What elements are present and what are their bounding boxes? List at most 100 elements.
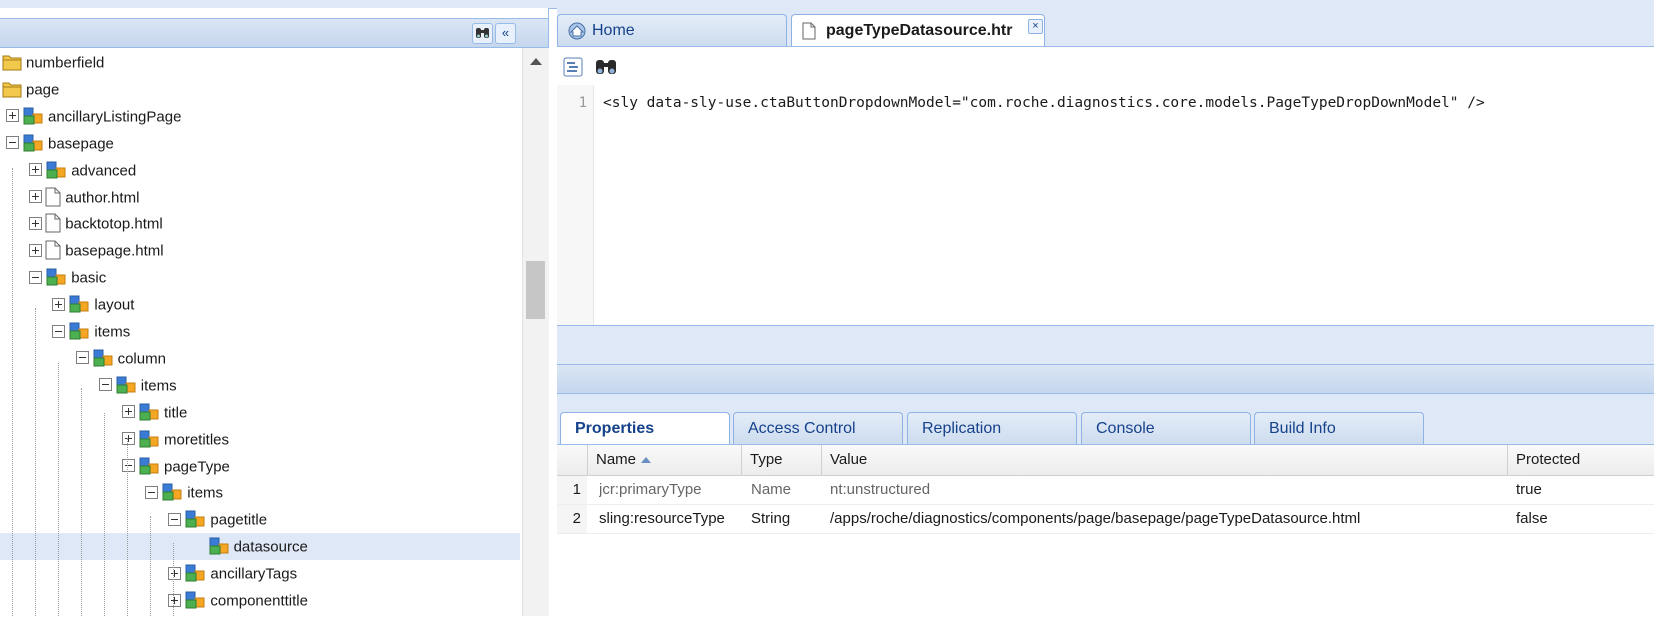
- tree-scrollbar[interactable]: [522, 48, 549, 616]
- column-header-value[interactable]: Value: [821, 445, 1507, 475]
- tree-node[interactable]: layout: [0, 291, 520, 318]
- column-header-type[interactable]: Type: [741, 445, 821, 475]
- tree-guide-line: [12, 168, 13, 616]
- column-header-name[interactable]: Name: [587, 445, 741, 475]
- table-row[interactable]: 1 jcr:primaryType Name nt:unstructured t…: [557, 476, 1654, 505]
- tree-node-label: moretitles: [164, 431, 230, 449]
- tree-node-label: advanced: [71, 162, 137, 180]
- search-button[interactable]: [595, 57, 617, 77]
- tab-console-label: Console: [1096, 420, 1155, 437]
- tree-node-label: basepage.html: [65, 242, 164, 260]
- collapse-icon[interactable]: [145, 485, 159, 499]
- tab-home-label: Home: [592, 22, 635, 39]
- tree-node[interactable]: items: [0, 479, 520, 506]
- node-icon: [185, 564, 205, 582]
- format-code-icon: [563, 57, 583, 77]
- row-number: 2: [557, 505, 587, 533]
- expand-icon[interactable]: [29, 243, 43, 257]
- tab-access-control-label: Access Control: [748, 420, 856, 437]
- code-editor[interactable]: 1 <sly data-sly-use.ctaButtonDropdownMod…: [557, 46, 1654, 356]
- expand-icon[interactable]: [6, 109, 19, 123]
- node-icon: [185, 591, 205, 609]
- tree-node[interactable]: componenttitle: [0, 587, 520, 614]
- tree-guide-line: [173, 543, 174, 616]
- tree-node[interactable]: ancillaryListingPage: [0, 103, 520, 130]
- collapse-icon[interactable]: [52, 324, 66, 338]
- expand-icon[interactable]: [29, 163, 43, 177]
- expand-icon[interactable]: [122, 432, 135, 446]
- collapse-icon[interactable]: [98, 378, 112, 392]
- property-protected: true: [1516, 481, 1542, 498]
- tab-replication[interactable]: Replication: [907, 412, 1077, 444]
- tree-guide-line: [104, 413, 105, 616]
- tree-node[interactable]: backtotop.html: [0, 210, 520, 237]
- expand-icon[interactable]: [168, 593, 182, 607]
- line-number: 1: [578, 95, 587, 111]
- tree-node-label: ancillaryListingPage: [48, 108, 182, 126]
- tab-properties[interactable]: Properties: [560, 412, 730, 444]
- properties-grid: Name Type Value Protected 1 jcr:primaryT…: [557, 444, 1654, 617]
- tree-node[interactable]: items: [0, 318, 520, 345]
- scroll-thumb[interactable]: [526, 261, 545, 319]
- panel-splitter-header[interactable]: [557, 364, 1654, 394]
- collapse-icon[interactable]: [75, 351, 89, 365]
- column-header-protected[interactable]: Protected: [1507, 445, 1654, 475]
- file-icon: [802, 22, 816, 40]
- tab-page-type-datasource[interactable]: pageTypeDatasource.htr ×: [791, 14, 1045, 48]
- tree-node[interactable]: moretitles: [0, 426, 520, 453]
- home-icon: [568, 22, 586, 40]
- collapse-icon[interactable]: [168, 512, 182, 526]
- expand-icon[interactable]: [122, 405, 135, 419]
- expand-icon[interactable]: [52, 297, 66, 311]
- node-icon: [116, 376, 136, 394]
- tree-node[interactable]: advanced: [0, 157, 520, 184]
- tree-node[interactable]: datasource: [0, 533, 520, 561]
- node-icon: [162, 483, 182, 501]
- expand-icon[interactable]: [29, 216, 43, 230]
- tree-node[interactable]: numberfield: [0, 49, 520, 76]
- tab-console[interactable]: Console: [1081, 412, 1251, 444]
- tab-build-info[interactable]: Build Info: [1254, 412, 1424, 444]
- folder-icon: [2, 82, 22, 98]
- folder-icon: [2, 55, 22, 71]
- tree-node-label: page: [26, 81, 60, 99]
- tree-node-label: componenttitle: [210, 592, 308, 610]
- close-tab-button[interactable]: ×: [1028, 19, 1043, 34]
- tab-home[interactable]: Home: [557, 14, 787, 46]
- collapse-icon[interactable]: [6, 136, 19, 150]
- sort-ascending-icon: [641, 457, 652, 464]
- tree-node-label: title: [164, 404, 188, 422]
- collapse-icon[interactable]: [122, 459, 135, 473]
- format-button[interactable]: [563, 57, 585, 77]
- tree-node-label: backtotop.html: [65, 215, 163, 233]
- find-button[interactable]: [472, 23, 493, 44]
- tree-node[interactable]: ancillaryTags: [0, 560, 520, 587]
- tree-node-label: numberfield: [26, 54, 105, 72]
- tree-node[interactable]: basepage: [0, 130, 520, 157]
- repository-tree: numberfield page ancillaryListingPage basep…: [0, 48, 520, 616]
- tree-node[interactable]: page: [0, 76, 520, 103]
- tree-node[interactable]: pageType: [0, 453, 520, 480]
- tab-access-control[interactable]: Access Control: [733, 412, 903, 444]
- tree-node[interactable]: author.html: [0, 184, 520, 211]
- tree-node[interactable]: basic: [0, 264, 520, 291]
- tree-node[interactable]: pagetitle: [0, 506, 520, 533]
- tree-node[interactable]: column: [0, 345, 520, 372]
- collapse-icon[interactable]: [29, 270, 43, 284]
- tree-node-label: column: [117, 350, 166, 368]
- code-line[interactable]: <sly data-sly-use.ctaButtonDropdownModel…: [603, 95, 1485, 111]
- tree-node[interactable]: basepage.html: [0, 237, 520, 264]
- tree-node[interactable]: items: [0, 372, 520, 399]
- property-protected: false: [1516, 510, 1548, 527]
- scroll-up-arrow-icon[interactable]: [530, 58, 542, 65]
- collapse-panel-button[interactable]: «: [495, 23, 516, 44]
- row-number: 1: [557, 476, 587, 504]
- expand-icon[interactable]: [29, 190, 43, 204]
- expand-icon[interactable]: [168, 566, 182, 580]
- column-header-type-label: Type: [750, 451, 783, 468]
- property-type: Name: [751, 481, 792, 498]
- tree-node-label: pagetitle: [210, 511, 268, 529]
- table-row[interactable]: 2 sling:resourceType String /apps/roche/…: [557, 505, 1654, 534]
- tree-node[interactable]: title: [0, 399, 520, 426]
- tree-node-label: items: [140, 377, 177, 395]
